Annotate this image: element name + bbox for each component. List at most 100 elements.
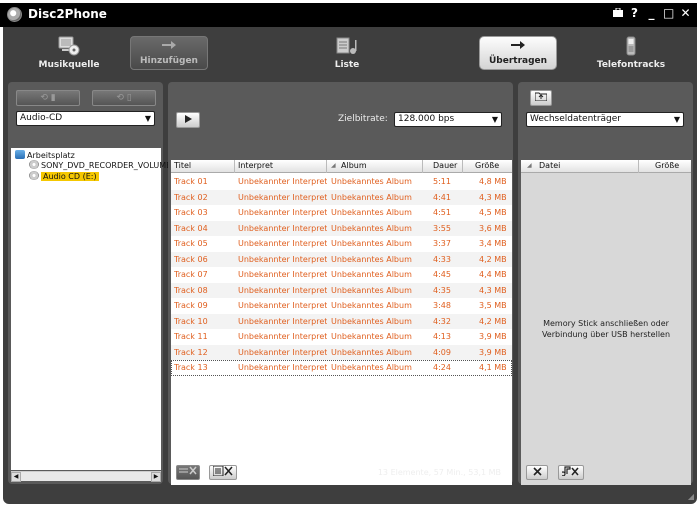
cell-size: 4,1 MB <box>479 363 507 372</box>
cell-size: 3,9 MB <box>479 347 507 357</box>
tracklist-status: 13 Elemente, 57 Min., 53,1 MB <box>377 468 501 477</box>
tree-label: Arbeitsplatz <box>27 151 75 160</box>
remove-item-icon <box>179 466 197 475</box>
folder-up-icon <box>534 92 548 102</box>
cell-duration: 4:33 <box>433 254 451 264</box>
cell-artist: Unbekannter Interpret <box>238 332 328 341</box>
nav-bar: Musikquelle Hinzufügen Liste Übertragen <box>7 32 693 74</box>
cell-duration: 4:24 <box>433 363 451 372</box>
tree-item-audio-cd[interactable]: Audio CD (E:) <box>29 171 99 181</box>
tracklist-panel: Zielbitrate: 128.000 bps ▼ Titel Interpr… <box>168 82 513 485</box>
nav-musikquelle[interactable]: Musikquelle <box>29 32 109 74</box>
table-row[interactable]: Track 07 Unbekannter Interpret Unbekanntes… <box>171 267 512 283</box>
table-row[interactable]: Track 03 Unbekannter Interpret Unbekanntes… <box>171 205 512 221</box>
device-hint: Memory Stick anschließen oder Verbindung… <box>521 318 691 340</box>
device-select[interactable]: Wechseldatenträger ▼ <box>526 112 684 127</box>
close-button[interactable]: ✕ <box>680 6 691 20</box>
nav-liste[interactable]: Liste <box>307 32 387 74</box>
table-row[interactable]: Track 04 Unbekannter Interpret Unbekanntes… <box>171 220 512 236</box>
cell-title: Track 01 <box>174 177 208 186</box>
table-row[interactable]: Track 09 Unbekannter Interpret Unbekanntes… <box>171 298 512 314</box>
col-groesse[interactable]: Größe <box>463 160 512 173</box>
device-hint-line: Verbindung über USB herstellen <box>541 330 671 339</box>
remove-selected-button[interactable] <box>176 465 200 480</box>
track-table: Titel Interpret Album Dauer Größe ◢ Trac… <box>171 160 512 485</box>
table-row[interactable]: Track 01 Unbekannter Interpret Unbekanntes… <box>171 174 512 190</box>
horizontal-scrollbar[interactable]: ◀ ▶ <box>11 471 161 482</box>
chevron-down-icon: ▼ <box>144 114 151 123</box>
source-tree: Arbeitsplatz SONY_DVD_RECORDER_VOLUME Au… <box>11 148 171 470</box>
nav-label: Musikquelle <box>38 60 100 70</box>
resize-grip-icon[interactable]: ◢ <box>688 492 694 501</box>
maximize-button[interactable]: □ <box>663 6 674 20</box>
col-datei[interactable]: Datei <box>521 160 639 173</box>
cell-album: Unbekanntes Album <box>331 270 412 279</box>
cell-artist: Unbekannter Interpret <box>238 223 328 233</box>
cell-size: 4,8 MB <box>479 177 507 186</box>
delete-tracks-button[interactable] <box>558 465 584 480</box>
briefcase-icon[interactable] <box>612 6 623 20</box>
minimize-button[interactable]: _ <box>646 6 657 20</box>
cell-artist: Unbekannter Interpret <box>238 363 328 372</box>
scroll-right-icon[interactable]: ▶ <box>151 472 161 482</box>
cell-duration: 4:09 <box>433 347 451 357</box>
sort-icon: ◢ <box>527 162 532 169</box>
table-row[interactable]: Track 06 Unbekannter Interpret Unbekanntes… <box>171 251 512 267</box>
source-select[interactable]: Audio-CD ▼ <box>16 111 155 126</box>
table-row[interactable]: Track 02 Unbekannter Interpret Unbekanntes… <box>171 189 512 205</box>
cell-album: Unbekanntes Album <box>331 192 412 202</box>
table-row[interactable]: Track 05 Unbekannter Interpret Unbekanntes… <box>171 236 512 252</box>
cell-duration: 3:55 <box>433 223 451 233</box>
tree-root[interactable]: Arbeitsplatz <box>15 150 75 160</box>
add-source-button[interactable]: ⟲ ▮ <box>16 90 80 106</box>
tree-item-dvd[interactable]: SONY_DVD_RECORDER_VOLUME <box>29 160 171 170</box>
nav-uebertragen[interactable]: Übertragen <box>479 36 557 70</box>
nav-label: Hinzufügen <box>140 56 198 66</box>
device-toolbar <box>518 462 693 484</box>
cell-title: Track 02 <box>174 192 208 202</box>
cell-album: Unbekanntes Album <box>331 239 412 248</box>
table-row[interactable]: Track 10 Unbekannter Interpret Unbekanntes… <box>171 313 512 329</box>
playlist-icon <box>336 36 358 59</box>
disc-drive-icon <box>29 160 39 169</box>
clear-list-button[interactable] <box>209 465 237 480</box>
cell-size: 3,5 MB <box>479 301 507 310</box>
nav-telefontracks[interactable]: Telefontracks <box>591 32 671 74</box>
scroll-left-icon[interactable]: ◀ <box>11 472 21 482</box>
arrow-right-icon <box>510 40 526 53</box>
cell-artist: Unbekannter Interpret <box>238 316 328 326</box>
col-interpret[interactable]: Interpret <box>235 160 327 173</box>
table-row[interactable]: Track 13 Unbekannter Interpret Unbekanntes… <box>171 360 512 376</box>
col-titel[interactable]: Titel <box>171 160 235 173</box>
folder-up-button[interactable] <box>530 90 552 106</box>
cell-album: Unbekanntes Album <box>331 347 412 357</box>
play-button[interactable] <box>176 112 200 128</box>
cell-duration: 4:32 <box>433 316 451 326</box>
tree-label: SONY_DVD_RECORDER_VOLUME <box>41 161 172 170</box>
cell-artist: Unbekannter Interpret <box>238 254 328 264</box>
cell-artist: Unbekannter Interpret <box>238 239 328 248</box>
table-header: Titel Interpret Album Dauer Größe ◢ <box>171 160 512 173</box>
col-album[interactable]: Album <box>327 160 423 173</box>
cell-title: Track 04 <box>174 223 208 233</box>
table-row[interactable]: Track 08 Unbekannter Interpret Unbekanntes… <box>171 282 512 298</box>
cd-icon <box>29 171 39 180</box>
help-button[interactable]: ? <box>629 6 640 20</box>
col-dauer[interactable]: Dauer <box>423 160 463 173</box>
delete-file-button[interactable] <box>526 465 548 480</box>
cell-title: Track 05 <box>174 239 208 248</box>
cell-duration: 3:48 <box>433 301 451 310</box>
device-table-header: Datei Größe ◢ <box>521 160 691 173</box>
table-row[interactable]: Track 12 Unbekannter Interpret Unbekanntes… <box>171 344 512 360</box>
col-groesse-device[interactable]: Größe <box>639 160 691 173</box>
cell-size: 4,3 MB <box>479 285 507 295</box>
table-row[interactable]: Track 11 Unbekannter Interpret Unbekanntes… <box>171 329 512 345</box>
nav-hinzufuegen[interactable]: Hinzufügen <box>130 36 208 70</box>
cell-title: Track 08 <box>174 285 208 295</box>
cell-size: 3,4 MB <box>479 239 507 248</box>
clear-list-icon <box>212 465 233 477</box>
refresh-source-button[interactable]: ⟲ ▯ <box>92 90 156 106</box>
bitrate-select[interactable]: 128.000 bps ▼ <box>394 112 502 127</box>
cell-duration: 4:51 <box>433 208 451 217</box>
computer-cd-icon <box>58 36 80 59</box>
